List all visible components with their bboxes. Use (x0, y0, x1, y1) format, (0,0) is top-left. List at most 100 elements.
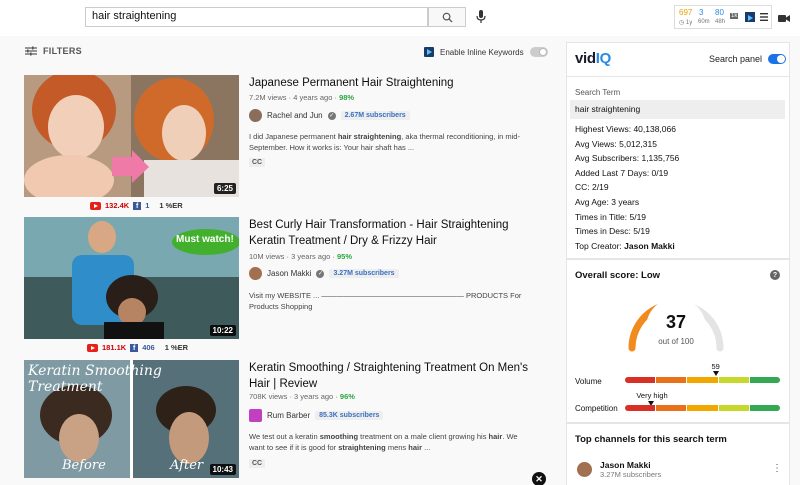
help-icon[interactable]: ? (770, 270, 780, 280)
thumbnail-title: Keratin Smoothing Treatment (28, 363, 162, 395)
score-bar-segment (656, 405, 687, 411)
search-term-label: Search Term (575, 88, 621, 97)
video-title-2[interactable]: Best Curly Hair Transformation - Hair St… (249, 217, 534, 249)
view-count: 7.2M views (249, 93, 287, 102)
search-icon (442, 12, 453, 23)
filter-sliders-icon (25, 46, 37, 56)
score-out-of: out of 100 (658, 337, 694, 346)
view-count: 10M views (249, 252, 285, 261)
facebook-count: 1 (145, 201, 150, 210)
inline-keywords-label: Enable Inline Keywords (440, 47, 524, 57)
stat-key: Times in Desc: (575, 226, 634, 237)
channel-avatar (249, 109, 262, 122)
more-options-icon[interactable]: ⋮ (772, 463, 782, 474)
filters-label: FILTERS (43, 46, 82, 56)
filters-button[interactable]: FILTERS (25, 46, 82, 56)
search-button[interactable] (428, 7, 466, 27)
desc-keyword: hair straightening (337, 132, 402, 141)
competition-label: Competition (575, 404, 618, 413)
volume-value: 59 (711, 362, 720, 371)
verified-icon: ✓ (316, 269, 325, 278)
video-thumbnail-3[interactable]: Keratin Smoothing Treatment Before After… (24, 360, 239, 478)
video-thumbnail-1[interactable]: 6:25 (24, 75, 239, 197)
desc-keyword: hair (488, 432, 503, 441)
video-description-2: Visit my WEBSITE ... ———————————————————… (249, 291, 522, 311)
ext-sub-1y-text: 1y (685, 20, 693, 26)
score-bar-segment (656, 377, 687, 383)
upload-age: 3 years ago (294, 392, 334, 401)
channel-name[interactable]: Jason Makki (267, 269, 311, 278)
video-duration: 6:25 (213, 183, 236, 194)
vidiq-logo: vidIQ (575, 50, 611, 67)
stat-key: CC: (575, 182, 592, 193)
vidiq-toolbar-widget[interactable]: 697 ◷ 1y 3 60m 80 48h 1k (674, 5, 772, 29)
vidiq-logo-icon[interactable] (745, 12, 755, 22)
score-bar-segment (625, 405, 656, 411)
desc-text: We test out a keratin (249, 432, 320, 441)
score-bar-segment (687, 377, 718, 383)
video-duration: 10:22 (209, 325, 236, 336)
must-watch-badge: Must watch! (176, 234, 234, 245)
top-channel-subs: 3.27M subscribers (600, 470, 662, 479)
subscriber-count: 2.67M subscribers (340, 111, 410, 120)
video-title-1[interactable]: Japanese Permanent Hair Straightening (249, 75, 534, 91)
overall-score-value: Low (641, 270, 661, 281)
channel-avatar (249, 267, 262, 280)
top-channels-title: Top channels for this search term (575, 434, 727, 445)
search-input[interactable]: hair straightening (85, 7, 428, 27)
top-channel-item[interactable]: Jason Makki 3.27M subscribers (577, 460, 661, 479)
channel-row-3[interactable]: Rum Barber 85.3K subscribers (249, 409, 384, 422)
channel-row-2[interactable]: Jason Makki ✓ 3.27M subscribers (249, 267, 399, 280)
search-panel-label: Search panel (709, 54, 763, 64)
search-panel-control[interactable]: Search panel (709, 54, 787, 64)
vidiq-score: 95% (336, 252, 352, 261)
stat-value: 5,012,315 (619, 138, 657, 149)
score-bar-segment (687, 405, 718, 411)
facebook-icon: f (133, 201, 142, 210)
stat-value: 2/19 (592, 182, 609, 193)
upload-age: 3 years ago (291, 252, 331, 261)
stat-key: Avg Views: (575, 138, 620, 149)
channel-name[interactable]: Rum Barber (267, 411, 310, 420)
video-social-stats-1: 132.4K f 1 1 %ER (90, 201, 183, 210)
view-count: 708K views (249, 392, 288, 401)
video-duration: 10:43 (209, 464, 236, 475)
ext-sub-1y: ◷ 1y (679, 20, 693, 26)
stat-key: Added Last 7 Days: (575, 167, 652, 178)
desc-keyword: smoothing (319, 432, 359, 441)
vidiq-score: 98% (339, 93, 355, 102)
youtube-count: 132.4K (105, 201, 130, 210)
channel-row-1[interactable]: Rachel and Jun ✓ 2.67M subscribers (249, 109, 410, 122)
engagement-rate: 1 %ER (164, 343, 189, 352)
top-channel-name[interactable]: Jason Makki (600, 460, 661, 470)
score-bar-segment (749, 405, 780, 411)
volume-label: Volume (575, 377, 602, 386)
video-description-1: I did Japanese permanent hair straighten… (249, 131, 534, 153)
video-meta-3: 708K views · 3 years ago · 96% (249, 392, 355, 401)
after-label: After (170, 458, 204, 473)
close-icon[interactable]: ✕ (532, 472, 546, 485)
stat-key: Highest Views: (575, 124, 634, 134)
score-bar-segment (718, 405, 749, 411)
inline-keywords-toggle[interactable] (529, 47, 548, 57)
menu-icon[interactable] (760, 11, 768, 25)
channel-name[interactable]: Rachel and Jun (267, 111, 323, 120)
stat-value: 40,138,066 (633, 124, 676, 134)
desc-text: ... (422, 443, 431, 452)
score-bar-segment (749, 377, 780, 383)
video-meta-1: 7.2M views · 4 years ago · 98% (249, 93, 355, 102)
stat-key: Top Creator: (575, 240, 625, 251)
video-title-3[interactable]: Keratin Smoothing / Straightening Treatm… (249, 360, 534, 392)
search-term-value: hair straightening (570, 100, 785, 119)
stat-value: Jason Makki (624, 240, 675, 251)
masthead: hair straightening 697 ◷ 1y 3 60m 80 48h… (0, 0, 800, 36)
video-thumbnail-2[interactable]: Must watch! 10:22 (24, 217, 239, 339)
subscriber-count: 85.3K subscribers (315, 411, 384, 420)
microphone-icon[interactable] (474, 9, 488, 25)
inline-keywords-control[interactable]: Enable Inline Keywords (424, 47, 548, 57)
ext-sub-60m: 60m (698, 19, 710, 25)
ext-sub-48h: 48h (715, 19, 726, 25)
search-stat-line: Times in Title: 5/19 (575, 212, 646, 222)
search-panel-toggle[interactable] (768, 54, 787, 64)
create-video-icon[interactable] (778, 12, 790, 26)
